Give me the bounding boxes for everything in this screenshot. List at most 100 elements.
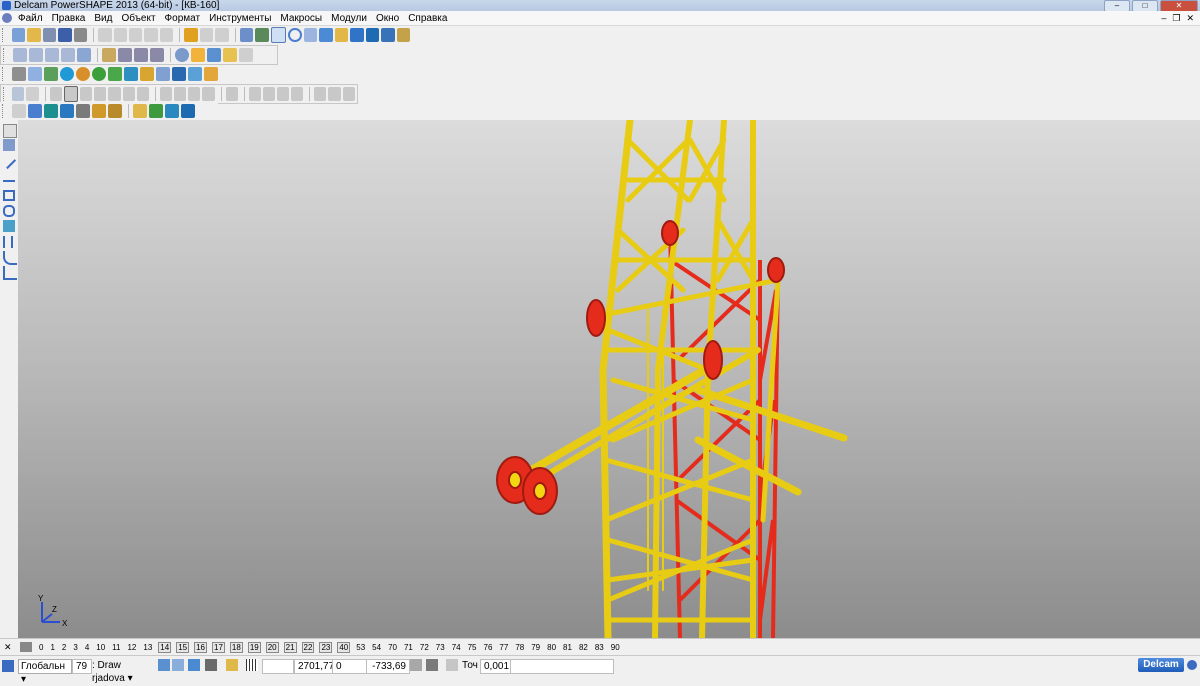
- menu-modules[interactable]: Модули: [331, 13, 367, 24]
- input-icon[interactable]: [426, 659, 438, 671]
- curve-icon[interactable]: [303, 28, 318, 42]
- rotate-icon[interactable]: [175, 48, 189, 62]
- level-21[interactable]: 21: [283, 641, 297, 653]
- doc-close-icon[interactable]: ✕: [1186, 13, 1194, 24]
- tolerance-field[interactable]: 0,001: [480, 659, 514, 674]
- level-number-field[interactable]: 79: [72, 659, 92, 674]
- toolbar-grip[interactable]: [2, 67, 9, 81]
- solid-chamfer-icon[interactable]: [136, 87, 149, 101]
- level-14[interactable]: 14: [158, 641, 172, 653]
- line-icon[interactable]: [1, 154, 17, 170]
- pan-icon[interactable]: [239, 48, 253, 62]
- coord-z-field[interactable]: -733,69: [366, 659, 410, 674]
- layers-icon[interactable]: [20, 642, 32, 652]
- workplane-icon[interactable]: [2, 660, 14, 672]
- menu-macros[interactable]: Макросы: [280, 13, 322, 24]
- level-20[interactable]: 20: [265, 641, 279, 653]
- toolbar-grip[interactable]: [2, 28, 9, 42]
- offset-icon[interactable]: [276, 87, 290, 101]
- i-beam-icon[interactable]: [3, 236, 13, 248]
- level-12[interactable]: 12: [126, 643, 137, 652]
- mirror-icon[interactable]: [248, 87, 261, 101]
- calculator-icon[interactable]: [410, 659, 422, 671]
- solid-blend-icon[interactable]: [108, 87, 121, 101]
- measure-icon[interactable]: [255, 28, 269, 42]
- wireframe-icon[interactable]: [207, 48, 221, 62]
- level-82[interactable]: 82: [578, 643, 589, 652]
- assembly-link-icon[interactable]: [76, 104, 90, 118]
- grid-toggle-icon[interactable]: [246, 659, 258, 671]
- snap2-icon[interactable]: [172, 659, 184, 671]
- principal-plane-icon[interactable]: [226, 659, 238, 671]
- snap4-icon[interactable]: [205, 659, 217, 671]
- workplane-select[interactable]: Глобальн ▾: [18, 659, 72, 685]
- solid-icon[interactable]: [365, 28, 380, 42]
- shell-icon[interactable]: [202, 87, 215, 101]
- toolbar-close-icon[interactable]: [3, 87, 9, 101]
- polygon-icon[interactable]: [3, 205, 15, 217]
- assembly-icon[interactable]: [381, 28, 395, 42]
- level-83[interactable]: 83: [594, 643, 605, 652]
- view-front-icon[interactable]: [29, 48, 43, 62]
- print-icon[interactable]: [73, 28, 88, 42]
- surface-icon[interactable]: [350, 28, 364, 42]
- level-0[interactable]: 0: [38, 643, 44, 652]
- level-17[interactable]: 17: [212, 641, 225, 653]
- toolbar-close-icon[interactable]: [3, 48, 10, 62]
- open-model-icon[interactable]: [42, 28, 57, 42]
- copy-model-icon[interactable]: [156, 67, 170, 81]
- level-close-icon[interactable]: ✕: [4, 642, 14, 652]
- snap3-icon[interactable]: [188, 659, 200, 671]
- scale-icon[interactable]: [291, 87, 304, 101]
- delete-icon[interactable]: [159, 28, 174, 42]
- zoom-window-icon[interactable]: [102, 48, 116, 62]
- polyline-icon[interactable]: [3, 174, 15, 182]
- assembly-library-icon[interactable]: [92, 104, 106, 118]
- level-73[interactable]: 73: [435, 643, 446, 652]
- solid-cut-icon[interactable]: [94, 87, 107, 101]
- level-4[interactable]: 4: [84, 643, 90, 652]
- history2-icon[interactable]: [328, 87, 341, 101]
- new-icon[interactable]: [11, 28, 26, 42]
- box-icon[interactable]: [140, 67, 154, 81]
- menu-window[interactable]: Окно: [376, 13, 399, 24]
- forward-icon[interactable]: [124, 67, 138, 81]
- paste-icon[interactable]: [129, 28, 143, 42]
- tree-icon[interactable]: [44, 67, 58, 81]
- zoom-in-icon[interactable]: [134, 48, 148, 62]
- coord-x-field[interactable]: 2701,77: [294, 659, 334, 674]
- level-81[interactable]: 81: [562, 643, 573, 652]
- assembly-tree-icon[interactable]: [108, 104, 122, 118]
- tools-icon[interactable]: [396, 28, 411, 42]
- circle-icon[interactable]: [288, 28, 302, 42]
- menu-tools[interactable]: Инструменты: [209, 13, 271, 24]
- menu-object[interactable]: Объект: [121, 13, 155, 24]
- level-3[interactable]: 3: [72, 643, 78, 652]
- ball-icon[interactable]: [76, 67, 90, 81]
- quick-select-icon[interactable]: [3, 139, 15, 151]
- menu-help[interactable]: Справка: [408, 13, 447, 24]
- level-22[interactable]: 22: [301, 641, 315, 653]
- split-icon[interactable]: [225, 87, 238, 101]
- graphics-viewport[interactable]: Y X Z: [18, 120, 1200, 638]
- lights-icon[interactable]: [223, 48, 237, 62]
- level-11[interactable]: 11: [111, 643, 121, 652]
- import-icon[interactable]: [204, 67, 218, 81]
- help-globe-icon[interactable]: [1187, 660, 1197, 670]
- arc-icon[interactable]: [3, 251, 17, 265]
- redo-icon[interactable]: [199, 28, 214, 42]
- level-75[interactable]: 75: [467, 643, 478, 652]
- level-53[interactable]: 53: [355, 643, 366, 652]
- doc-restore-icon[interactable]: ❐: [1172, 13, 1180, 24]
- check-icon[interactable]: [165, 104, 179, 118]
- level-10[interactable]: 10: [95, 643, 106, 652]
- level-18[interactable]: 18: [229, 641, 243, 653]
- menu-view[interactable]: Вид: [94, 13, 112, 24]
- feature-icon[interactable]: [12, 87, 25, 101]
- coord-y-field[interactable]: 0: [332, 659, 370, 674]
- snap-icon[interactable]: [158, 659, 170, 671]
- level-78[interactable]: 78: [514, 643, 525, 652]
- rectangle-icon[interactable]: [3, 190, 15, 201]
- cut-icon[interactable]: [98, 28, 112, 42]
- play-icon[interactable]: [108, 67, 122, 81]
